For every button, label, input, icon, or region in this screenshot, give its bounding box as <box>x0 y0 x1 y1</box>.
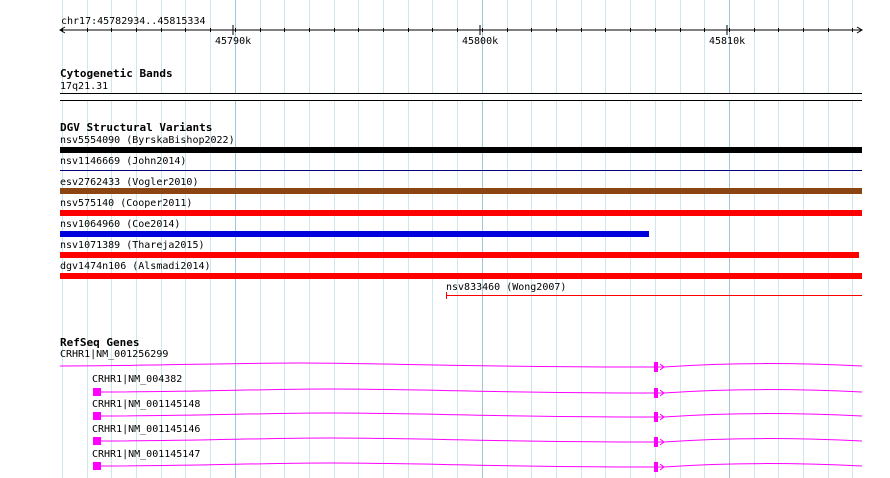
gene-model[interactable] <box>59 362 863 372</box>
refseq-gene-models[interactable] <box>0 0 890 478</box>
gene-model[interactable] <box>93 462 863 472</box>
genome-browser-view[interactable]: chr17:45782934..45815334 45790k 45800k 4… <box>0 0 890 478</box>
gene-model[interactable] <box>93 388 863 398</box>
gene-model[interactable] <box>93 412 863 422</box>
gene-model[interactable] <box>93 437 863 447</box>
